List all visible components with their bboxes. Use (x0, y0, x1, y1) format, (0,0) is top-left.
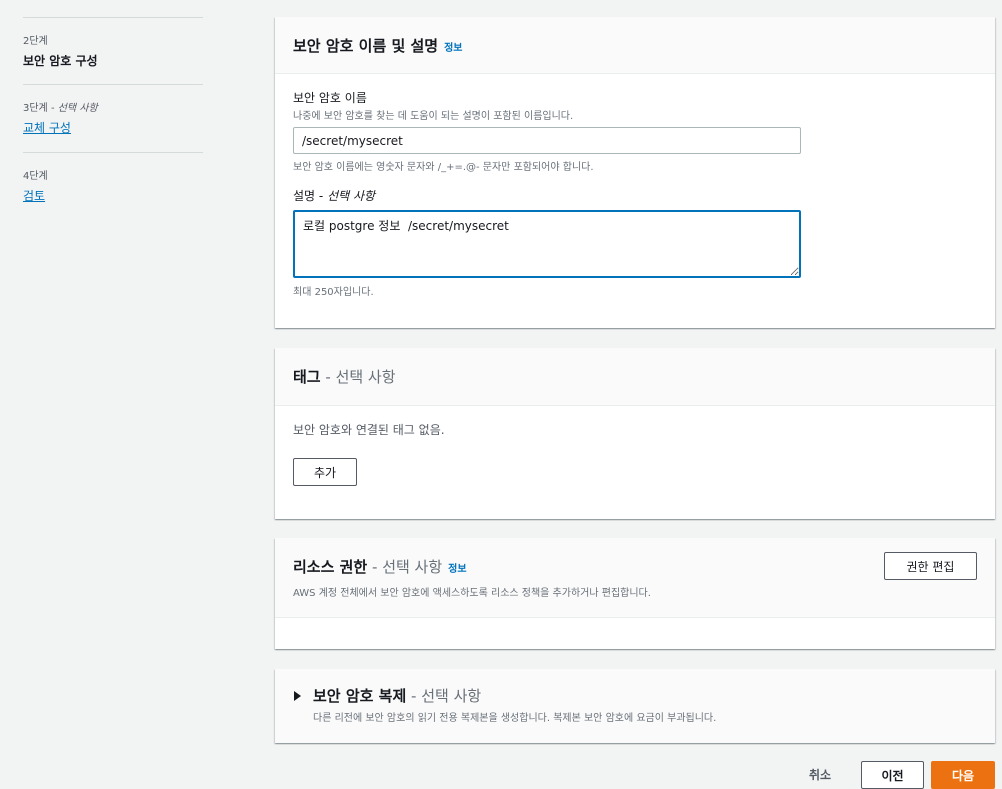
secret-name-constraint: 보안 암호 이름에는 영숫자 문자와 /_+=.@- 문자만 포함되어야 합니다… (293, 162, 594, 173)
replicate-panel[interactable]: 보안 암호 복제 - 선택 사항 다른 리전에 보안 암호의 읽기 전용 복제본… (275, 669, 995, 743)
step-link-rotation[interactable]: 교체 구성 (23, 119, 203, 136)
panel-title: 태그 - 선택 사항 (293, 366, 396, 387)
panel-title: 보안 암호 이름 및 설명 정보 (293, 35, 463, 56)
panel-title-text: 보안 암호 복제 (313, 687, 407, 705)
step-label-current: 보안 암호 구성 (23, 54, 98, 68)
step-number: 3단계 - 선택 사항 (23, 99, 203, 114)
info-link[interactable]: 정보 (448, 564, 466, 575)
description-label-text: 설명 (293, 189, 316, 203)
resource-description: AWS 계정 전체에서 보안 암호에 액세스하도록 리소스 정책을 추가하거나 … (293, 588, 651, 599)
description-constraint: 최대 250자입니다. (293, 287, 374, 298)
secret-name-input[interactable] (293, 127, 801, 154)
step-divider (23, 84, 203, 85)
step-divider (23, 152, 203, 153)
title-sep: - (367, 558, 383, 576)
description-optional: 선택 사항 (327, 189, 376, 203)
label-sep: - (315, 189, 328, 203)
secret-name-label: 보안 암호 이름 (293, 91, 367, 105)
panel-header: 태그 - 선택 사항 (275, 348, 995, 406)
panel-header: 보안 암호 이름 및 설명 정보 (275, 17, 995, 74)
title-optional: 선택 사항 (382, 558, 443, 576)
previous-button[interactable]: 이전 (861, 761, 924, 789)
step-number: 4단계 (23, 171, 48, 182)
panel-title-text: 보안 암호 이름 및 설명 (293, 37, 439, 55)
edit-permissions-button[interactable]: 권한 편집 (884, 552, 977, 580)
step-number: 2단계 (23, 36, 48, 47)
secret-name-panel: 보안 암호 이름 및 설명 정보 보안 암호 이름 나중에 보안 암호를 찾는 데… (275, 17, 995, 328)
title-sep: - (320, 368, 336, 386)
next-button[interactable]: 다음 (931, 761, 995, 789)
panel-title: 리소스 권한 - 선택 사항 정보 (293, 556, 467, 577)
caret-right-icon[interactable] (294, 691, 301, 701)
info-link[interactable]: 정보 (444, 43, 462, 54)
wizard-step-3: 3단계 - 선택 사항 교체 구성 (23, 99, 203, 136)
replicate-description: 다른 리전에 보안 암호의 읽기 전용 복제본을 생성합니다. 복제본 보안 암… (313, 713, 717, 724)
description-label: 설명 - 선택 사항 (293, 187, 375, 204)
panel-title-text: 리소스 권한 (293, 558, 368, 576)
wizard-step-4: 4단계 검토 (23, 167, 203, 204)
panel-title: 보안 암호 복제 - 선택 사항 (313, 685, 481, 706)
title-optional: 선택 사항 (421, 687, 482, 705)
step-optional: 선택 사항 (57, 103, 98, 114)
wizard-step-2: 2단계 보안 암호 구성 (23, 32, 203, 69)
secret-name-description: 나중에 보안 암호를 찾는 데 도움이 되는 설명이 포함된 이름입니다. (293, 111, 574, 122)
title-sep: - (406, 687, 422, 705)
step-divider (23, 17, 203, 18)
tags-panel: 태그 - 선택 사항 보안 암호와 연결된 태그 없음. 추가 (275, 348, 995, 519)
step-sep: - (47, 103, 58, 114)
panel-title-text: 태그 (293, 368, 321, 386)
description-textarea[interactable]: 로컬 postgre 정보 /secret/mysecret (293, 210, 801, 278)
step-number-text: 3단계 (23, 103, 48, 114)
step-link-review[interactable]: 검토 (23, 187, 203, 204)
cancel-button[interactable]: 취소 (809, 766, 831, 783)
title-optional: 선택 사항 (335, 368, 396, 386)
add-tag-button[interactable]: 추가 (293, 458, 357, 486)
no-tags-text: 보안 암호와 연결된 태그 없음. (293, 423, 445, 437)
resource-permissions-panel: 리소스 권한 - 선택 사항 정보 AWS 계정 전체에서 보안 암호에 액세스하… (275, 538, 995, 649)
